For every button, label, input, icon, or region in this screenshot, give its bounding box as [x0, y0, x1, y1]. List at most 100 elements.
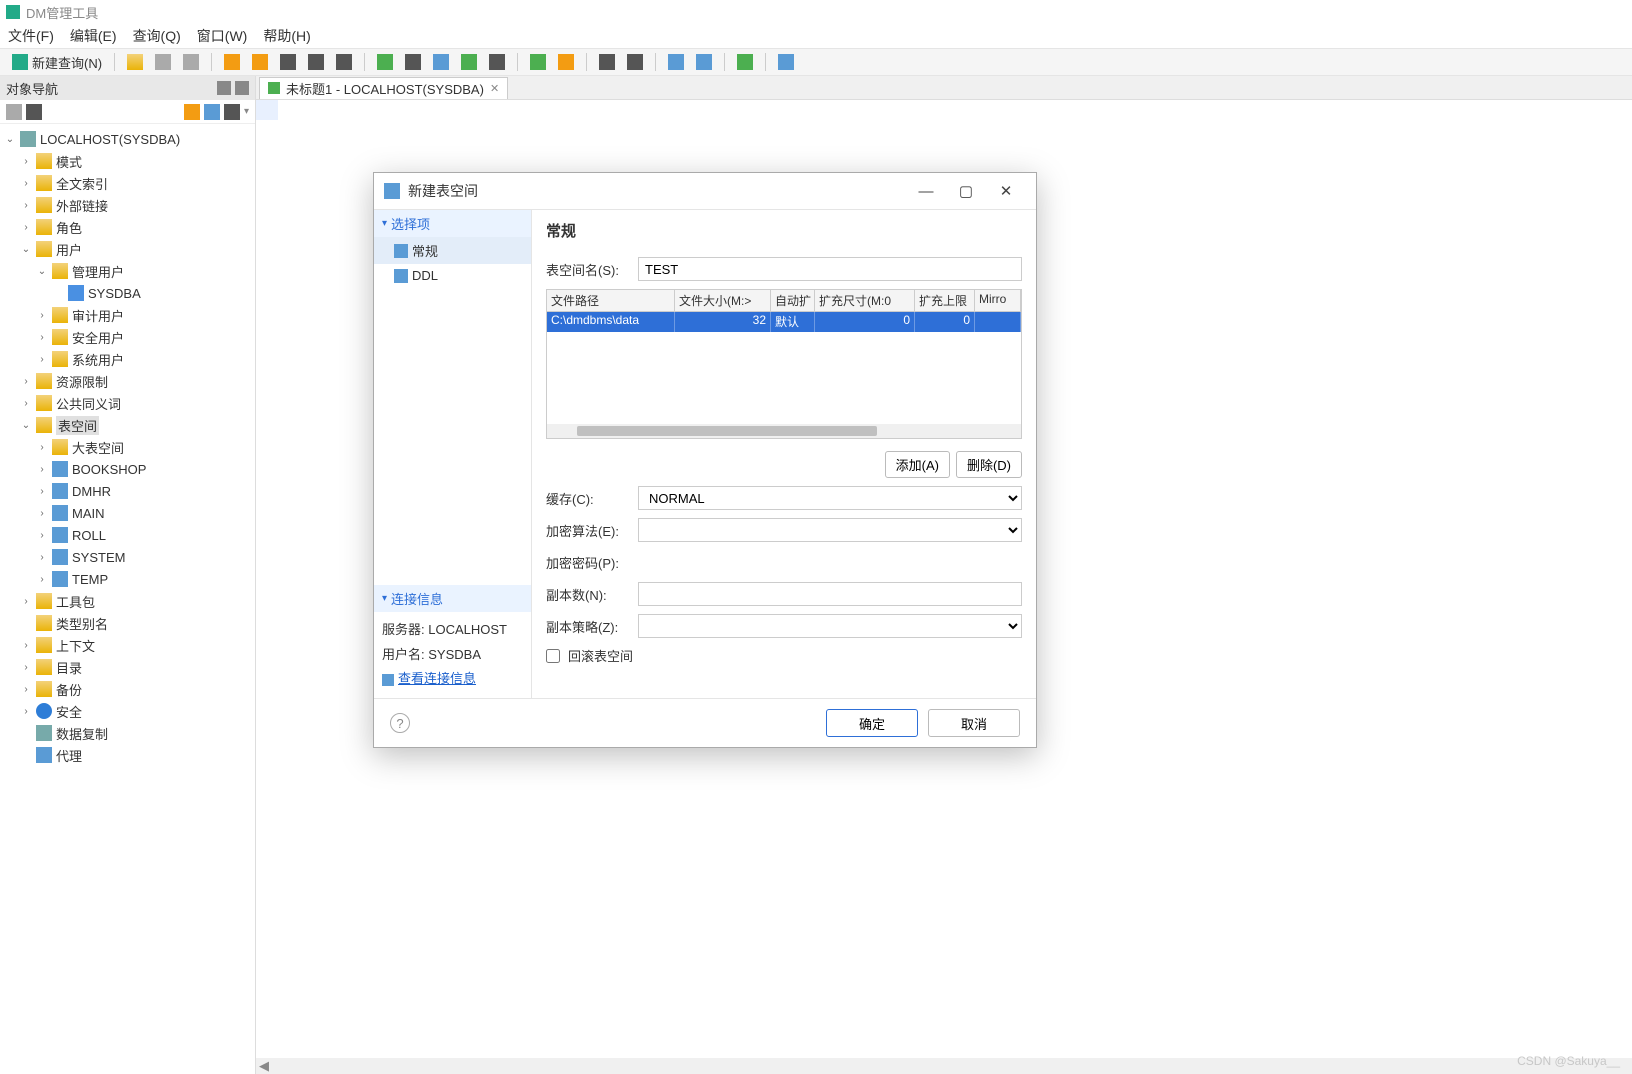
tree-extlink[interactable]: ›外部链接 [0, 194, 255, 216]
tree-ts-bookshop[interactable]: ›BOOKSHOP [0, 458, 255, 480]
menu-file[interactable]: 文件(F) [8, 26, 54, 46]
import-button[interactable] [692, 52, 716, 72]
menu-dropdown-icon[interactable]: ▾ [244, 106, 249, 117]
add-file-button[interactable]: 添加(A) [885, 451, 950, 478]
help-button[interactable]: ? [390, 713, 410, 733]
tree-fulltext[interactable]: ›全文索引 [0, 172, 255, 194]
tree-synonym[interactable]: ›公共同义词 [0, 392, 255, 414]
home-button[interactable] [774, 52, 798, 72]
scrollbar-thumb[interactable] [577, 426, 877, 436]
new-query-button[interactable]: 新建查询(N) [8, 51, 106, 74]
tree-ts-temp[interactable]: ›TEMP [0, 568, 255, 590]
tree-mgmt-user[interactable]: ⌄管理用户 [0, 260, 255, 282]
tree-audit-user[interactable]: ›审计用户 [0, 304, 255, 326]
run-button[interactable] [373, 52, 397, 72]
paste-button[interactable] [332, 52, 356, 72]
redo-button[interactable] [248, 52, 272, 72]
tree-security[interactable]: ›安全 [0, 700, 255, 722]
editor-text[interactable] [256, 100, 1632, 102]
tree-security-user[interactable]: ›安全用户 [0, 326, 255, 348]
menu-edit[interactable]: 编辑(E) [70, 26, 117, 46]
options-section-header[interactable]: 选择项 [374, 210, 531, 237]
tree-tablespace[interactable]: ⌄表空间 [0, 414, 255, 436]
replica-input[interactable] [638, 582, 1022, 606]
tree-user[interactable]: ⌄用户 [0, 238, 255, 260]
editor-hscroll[interactable]: ◀ [256, 1058, 1632, 1074]
run-script-button[interactable] [429, 52, 453, 72]
rollback-ts-checkbox[interactable] [546, 649, 560, 663]
enc-alg-select[interactable] [638, 518, 1022, 542]
debug-button[interactable] [733, 52, 757, 72]
menu-window[interactable]: 窗口(W) [197, 26, 248, 46]
tree-backup[interactable]: ›备份 [0, 678, 255, 700]
editor-tab[interactable]: 未标题1 - LOCALHOST(SYSDBA) ✕ [259, 77, 508, 99]
replica-policy-select[interactable] [638, 614, 1022, 638]
scroll-left-icon[interactable]: ◀ [256, 1059, 272, 1073]
rollback-button[interactable] [554, 52, 578, 72]
tree-toolkit[interactable]: ›工具包 [0, 590, 255, 612]
commit-button[interactable] [526, 52, 550, 72]
delete-file-button[interactable]: 删除(D) [956, 451, 1022, 478]
tree-ts-system[interactable]: ›SYSTEM [0, 546, 255, 568]
minimize-icon[interactable] [217, 81, 231, 95]
undo-button[interactable] [220, 52, 244, 72]
col-size[interactable]: 文件大小(M:> [675, 290, 771, 311]
search-icon[interactable] [204, 104, 220, 120]
tree-resource[interactable]: ›资源限制 [0, 370, 255, 392]
close-button[interactable]: ✕ [986, 182, 1026, 200]
tree-catalog[interactable]: ›目录 [0, 656, 255, 678]
tree-system-user[interactable]: ›系统用户 [0, 348, 255, 370]
save-all-button[interactable] [179, 52, 203, 72]
col-mirror[interactable]: Mirro [975, 290, 1021, 311]
cancel-button[interactable]: 取消 [928, 709, 1020, 737]
tree-role[interactable]: ›角色 [0, 216, 255, 238]
col-path[interactable]: 文件路径 [547, 290, 675, 311]
option-general[interactable]: 常规 [374, 237, 531, 264]
maximize-icon[interactable] [235, 81, 249, 95]
run-step-button[interactable] [401, 52, 425, 72]
tree-context[interactable]: ›上下文 [0, 634, 255, 656]
stop-button[interactable] [485, 52, 509, 72]
enc-pwd-input[interactable] [638, 550, 1022, 574]
col-extlimit[interactable]: 扩充上限 [915, 290, 975, 311]
grid-button[interactable] [595, 52, 619, 72]
option-ddl[interactable]: DDL [374, 264, 531, 287]
tree-typealias[interactable]: 类型别名 [0, 612, 255, 634]
ok-button[interactable]: 确定 [826, 709, 918, 737]
menu-help[interactable]: 帮助(H) [263, 26, 310, 46]
minimize-button[interactable]: — [906, 183, 946, 200]
refresh-icon[interactable] [224, 104, 240, 120]
cache-select[interactable]: NORMAL [638, 486, 1022, 510]
collapse-icon[interactable] [26, 104, 42, 120]
save-button[interactable] [151, 52, 175, 72]
tree-ts-main[interactable]: ›MAIN [0, 502, 255, 524]
tablespace-name-input[interactable] [638, 257, 1022, 281]
tree-mode[interactable]: ›模式 [0, 150, 255, 172]
grid-body[interactable]: C:\dmdbms\data 32 默认 0 0 [547, 312, 1021, 424]
col-extsize[interactable]: 扩充尺寸(M:0 [815, 290, 915, 311]
link-icon[interactable] [6, 104, 22, 120]
cut-button[interactable] [276, 52, 300, 72]
format-button[interactable] [623, 52, 647, 72]
object-tree[interactable]: ⌄LOCALHOST(SYSDBA) ›模式 ›全文索引 ›外部链接 ›角色 ⌄… [0, 124, 255, 1074]
tree-ts-roll[interactable]: ›ROLL [0, 524, 255, 546]
menu-query[interactable]: 查询(Q) [133, 26, 181, 46]
grid-row[interactable]: C:\dmdbms\data 32 默认 0 0 [547, 312, 1021, 332]
tree-replication[interactable]: 数据复制 [0, 722, 255, 744]
copy-button[interactable] [304, 52, 328, 72]
tree-sysdba[interactable]: SYSDBA [0, 282, 255, 304]
conn-section-header[interactable]: 连接信息 [374, 585, 531, 612]
grid-hscroll[interactable] [547, 424, 1021, 438]
tree-root[interactable]: ⌄LOCALHOST(SYSDBA) [0, 128, 255, 150]
maximize-button[interactable]: ▢ [946, 182, 986, 200]
tree-agent[interactable]: 代理 [0, 744, 255, 766]
export-button[interactable] [664, 52, 688, 72]
view-conn-link[interactable]: 查看连接信息 [398, 667, 476, 692]
tree-ts-dmhr[interactable]: ›DMHR [0, 480, 255, 502]
tree-ts-big[interactable]: ›大表空间 [0, 436, 255, 458]
edit-icon[interactable] [184, 104, 200, 120]
explain-button[interactable] [457, 52, 481, 72]
open-folder-button[interactable] [123, 52, 147, 72]
close-icon[interactable]: ✕ [490, 82, 499, 95]
col-auto[interactable]: 自动扩 [771, 290, 815, 311]
